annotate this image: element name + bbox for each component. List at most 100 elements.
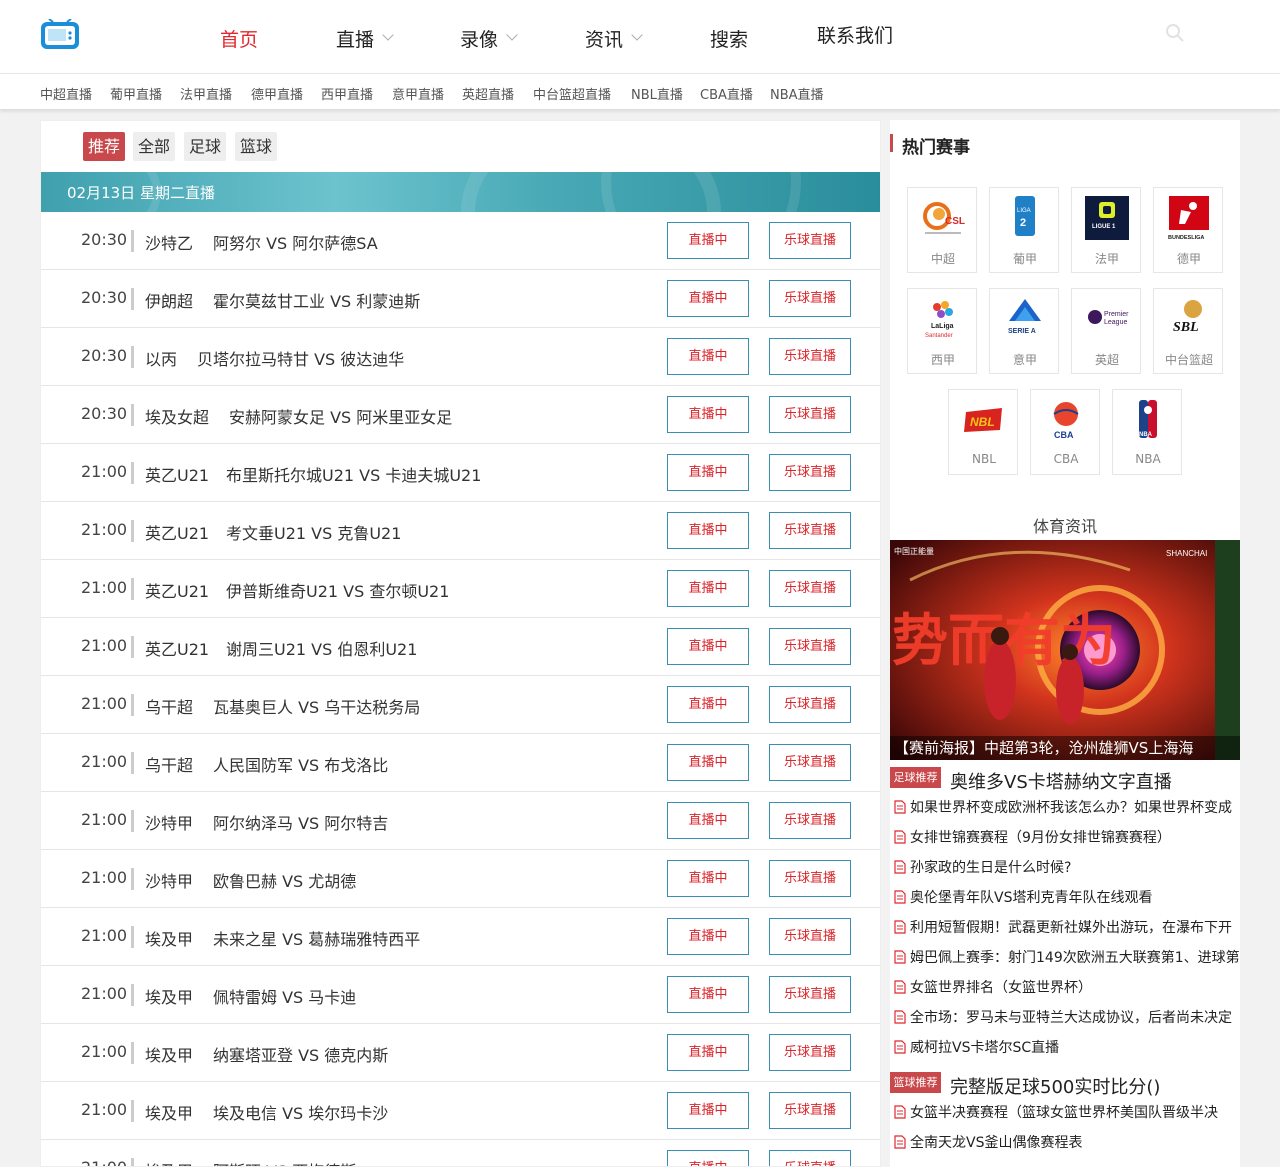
nav-home[interactable]: 首页 — [220, 24, 258, 52]
news-item[interactable]: 奥伦堡青年队VS塔利克青年队在线观看 — [894, 887, 1240, 917]
league-card-csl[interactable]: CSL 中超 — [907, 187, 977, 273]
subnav-link-nba[interactable]: NBA直播 — [770, 84, 824, 103]
news-banner[interactable]: 势而有为 SHANCHAI 中国正能量 【赛前海报】中超第3轮，沧州雄狮VS上海… — [890, 540, 1240, 760]
live-button[interactable]: 直播中 — [667, 628, 749, 665]
news-item[interactable]: 姆巴佩上赛季：射门149次欧洲五大联赛第1、进球第 — [894, 947, 1240, 977]
match-time: 20:30 — [81, 288, 128, 307]
basketball-recommend-title[interactable]: 完整版足球500实时比分() — [950, 1073, 1160, 1099]
live-button[interactable]: 直播中 — [667, 222, 749, 259]
document-icon — [894, 890, 906, 904]
match-time: 20:30 — [81, 230, 128, 249]
league-card-sbl[interactable]: SBL 中台篮超 — [1153, 288, 1223, 374]
match-time: 21:00 — [81, 1158, 127, 1166]
football-recommend-title[interactable]: 奥维多VS卡塔赫纳文字直播 — [950, 768, 1172, 794]
subnav-link-liga-portugal[interactable]: 葡甲直播 — [110, 84, 162, 103]
match-row: 21:00 乌干超 瓦基奥巨人 VS 乌干达税务局 直播中 乐球直播 — [41, 676, 880, 734]
leqiu-live-button[interactable]: 乐球直播 — [769, 222, 851, 259]
leqiu-live-button[interactable]: 乐球直播 — [769, 338, 851, 375]
subnav-link-serie-a[interactable]: 意甲直播 — [392, 84, 444, 103]
leqiu-live-button[interactable]: 乐球直播 — [769, 976, 851, 1013]
live-button[interactable]: 直播中 — [667, 280, 749, 317]
subnav-link-premier-league[interactable]: 英超直播 — [462, 84, 514, 103]
decorative-arc — [601, 172, 801, 212]
leqiu-live-button[interactable]: 乐球直播 — [769, 1150, 851, 1166]
news-item[interactable]: 女排世锦赛赛程（9月份女排世锦赛赛程） — [894, 827, 1240, 857]
subnav-link-sbl[interactable]: 中台篮超直播 — [533, 84, 611, 103]
match-league: 埃及甲 — [145, 930, 194, 949]
league-card-premier-league[interactable]: Premier League 英超 — [1071, 288, 1141, 374]
leqiu-live-button[interactable]: 乐球直播 — [769, 802, 851, 839]
league-card-serie-a[interactable]: SERIE A 意甲 — [989, 288, 1059, 374]
subnav-link-csl[interactable]: 中超直播 — [40, 84, 92, 103]
tab-football[interactable]: 足球 — [184, 132, 227, 161]
live-button[interactable]: 直播中 — [667, 802, 749, 839]
league-card-cba[interactable]: CBA CBA — [1030, 389, 1100, 475]
league-name: NBA — [1135, 452, 1161, 466]
subnav-link-bundesliga[interactable]: 德甲直播 — [251, 84, 303, 103]
news-item[interactable]: 威柯拉VS卡塔尔SC直播 — [894, 1037, 1240, 1067]
league-card-laliga[interactable]: LaLiga Santander 西甲 — [907, 288, 977, 374]
league-card-liga-portugal[interactable]: LIGA 2 葡甲 — [989, 187, 1059, 273]
match-time: 21:00 — [81, 462, 128, 481]
league-card-nba[interactable]: NBA NBA — [1112, 389, 1182, 475]
leqiu-live-button[interactable]: 乐球直播 — [769, 1034, 851, 1071]
news-title: 全市场：罗马未与亚特兰大达成协议，后者尚未决定 — [910, 1010, 1232, 1026]
search-icon[interactable] — [1164, 22, 1186, 44]
league-card-bundesliga[interactable]: BUNDESLIGA 德甲 — [1153, 187, 1223, 273]
match-teams: 谢周三U21 VS 伯恩利U21 — [226, 640, 418, 659]
match-teams: 布里斯托尔城U21 VS 卡迪夫城U21 — [226, 466, 482, 485]
leqiu-live-button[interactable]: 乐球直播 — [769, 1092, 851, 1129]
nav-live-label: 直播 — [336, 28, 375, 51]
leqiu-live-button[interactable]: 乐球直播 — [769, 918, 851, 955]
news-item[interactable]: 全市场：罗马未与亚特兰大达成协议，后者尚未决定 — [894, 1007, 1240, 1037]
league-card-nbl[interactable]: NBL NBL — [948, 389, 1018, 475]
nav-news[interactable]: 资讯 — [585, 24, 643, 52]
leqiu-live-button[interactable]: 乐球直播 — [769, 744, 851, 781]
document-icon — [894, 1105, 906, 1119]
news-item[interactable]: 全南天龙VS釜山偶像赛程表 — [894, 1132, 1240, 1162]
tab-basketball[interactable]: 篮球 — [235, 132, 278, 161]
subnav-link-ligue1[interactable]: 法甲直播 — [180, 84, 232, 103]
leqiu-live-button[interactable]: 乐球直播 — [769, 454, 851, 491]
live-button[interactable]: 直播中 — [667, 512, 749, 549]
leqiu-live-button[interactable]: 乐球直播 — [769, 628, 851, 665]
live-button[interactable]: 直播中 — [667, 454, 749, 491]
news-item[interactable]: 女篮世界排名（女篮世界杯） — [894, 977, 1240, 1007]
leqiu-live-button[interactable]: 乐球直播 — [769, 686, 851, 723]
tv-logo-icon[interactable] — [40, 19, 80, 51]
live-button[interactable]: 直播中 — [667, 1092, 749, 1129]
subnav-link-laliga[interactable]: 西甲直播 — [321, 84, 373, 103]
news-item[interactable]: 孙家政的生日是什么时候? — [894, 857, 1240, 887]
leqiu-live-button[interactable]: 乐球直播 — [769, 860, 851, 897]
news-item[interactable]: 利用短暂假期！武磊更新社媒外出游玩，在瀑布下开 — [894, 917, 1240, 947]
live-button[interactable]: 直播中 — [667, 570, 749, 607]
live-button[interactable]: 直播中 — [667, 744, 749, 781]
league-card-ligue1[interactable]: LIGUE 1 法甲 — [1071, 187, 1141, 273]
nav-search[interactable]: 搜索 — [710, 24, 748, 52]
subnav-link-cba[interactable]: CBA直播 — [700, 84, 753, 103]
news-item[interactable]: 女篮半决赛赛程（篮球女篮世界杯美国队晋级半决 — [894, 1102, 1240, 1132]
nav-replay[interactable]: 录像 — [460, 24, 518, 52]
divider — [131, 520, 134, 542]
leqiu-live-button[interactable]: 乐球直播 — [769, 396, 851, 433]
live-button[interactable]: 直播中 — [667, 976, 749, 1013]
leqiu-live-button[interactable]: 乐球直播 — [769, 280, 851, 317]
live-button[interactable]: 直播中 — [667, 918, 749, 955]
live-button[interactable]: 直播中 — [667, 338, 749, 375]
live-button[interactable]: 直播中 — [667, 860, 749, 897]
csl-logo-icon: CSL — [923, 202, 965, 234]
subnav-link-nbl[interactable]: NBL直播 — [631, 84, 683, 103]
leqiu-live-button[interactable]: 乐球直播 — [769, 512, 851, 549]
match-row: 21:00 埃及甲 阿斯旺 VS 西梅德斯 直播中 乐球直播 — [41, 1140, 880, 1166]
tab-recommend[interactable]: 推荐 — [83, 132, 126, 161]
document-icon — [894, 1010, 906, 1024]
live-button[interactable]: 直播中 — [667, 1034, 749, 1071]
nav-live[interactable]: 直播 — [336, 24, 394, 52]
leqiu-live-button[interactable]: 乐球直播 — [769, 570, 851, 607]
news-item[interactable]: 如果世界杯变成欧洲杯我该怎么办？如果世界杯变成 — [894, 797, 1240, 827]
live-button[interactable]: 直播中 — [667, 396, 749, 433]
live-button[interactable]: 直播中 — [667, 1150, 749, 1166]
tab-all[interactable]: 全部 — [133, 132, 176, 161]
live-button[interactable]: 直播中 — [667, 686, 749, 723]
nav-contact[interactable]: 联系我们 — [817, 20, 893, 48]
